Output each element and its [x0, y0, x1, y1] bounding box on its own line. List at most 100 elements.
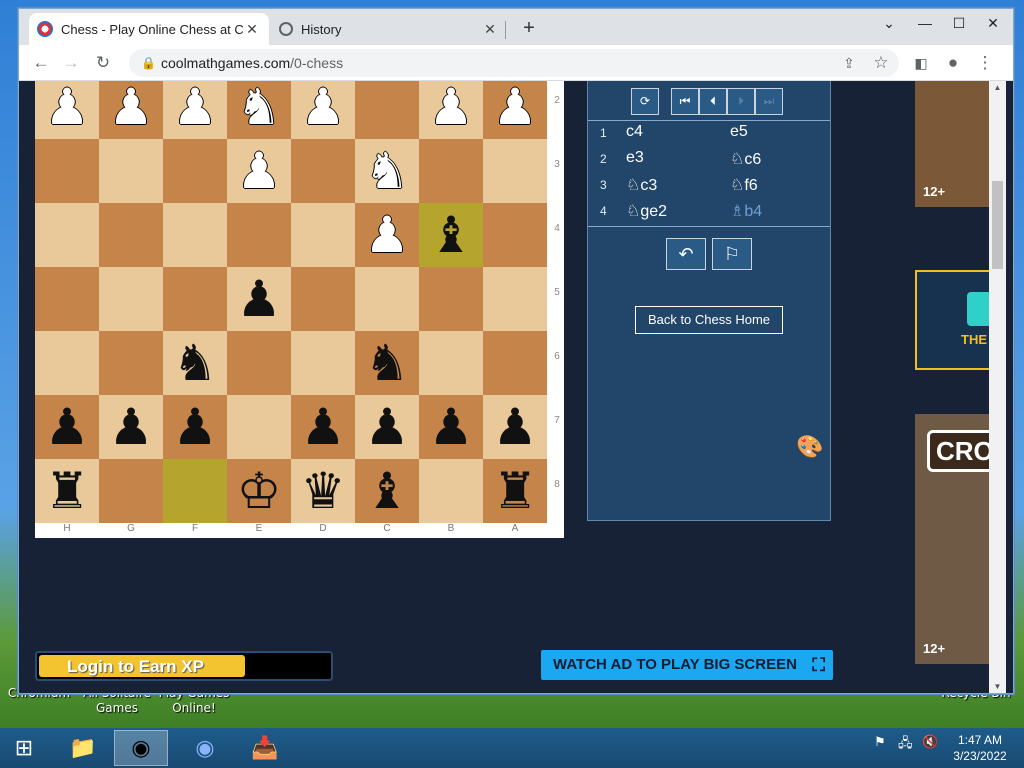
share-icon[interactable]: ⇪ [837, 51, 861, 75]
back-to-chess-home-button[interactable]: Back to Chess Home [635, 306, 783, 334]
black-piece-icon[interactable]: ♟ [109, 402, 154, 452]
board-square[interactable] [99, 267, 163, 331]
white-move[interactable]: ♘c3 [626, 175, 657, 195]
white-move[interactable]: ♘ge2 [626, 201, 667, 221]
close-window-button[interactable]: ✕ [973, 11, 1013, 35]
board-square[interactable]: ♟ [227, 267, 291, 331]
board-square[interactable]: ♟ [291, 395, 355, 459]
tab-chess[interactable]: Chess - Play Online Chess at Coo ✕ [29, 13, 269, 45]
board-square[interactable] [483, 139, 547, 203]
board-square[interactable] [163, 139, 227, 203]
black-piece-icon[interactable]: ♟ [237, 274, 282, 324]
reload-icon[interactable]: ↻ [91, 51, 115, 75]
white-piece-icon[interactable]: ♞ [365, 146, 410, 196]
black-move[interactable]: e5 [730, 123, 748, 141]
black-piece-icon[interactable]: ♛ [301, 466, 346, 516]
board-square[interactable] [163, 459, 227, 523]
board-square[interactable]: ♞ [163, 331, 227, 395]
tab-history[interactable]: History ✕ [271, 13, 507, 45]
white-piece-icon[interactable]: ♟ [365, 210, 410, 260]
prev-move-icon[interactable]: ⏴ [699, 88, 727, 115]
board-square[interactable]: ♟ [35, 81, 99, 139]
board-square[interactable] [483, 203, 547, 267]
board-square[interactable] [419, 139, 483, 203]
ad-banner-top[interactable]: 12+ [915, 81, 995, 207]
board-square[interactable] [355, 81, 419, 139]
chrome-taskbar-icon[interactable]: ◉ [114, 730, 168, 766]
volume-muted-icon[interactable]: 🔇 [922, 734, 938, 750]
black-piece-icon[interactable]: ♟ [301, 402, 346, 452]
black-piece-icon[interactable]: ♞ [365, 338, 410, 388]
download-app-icon[interactable]: 📥 [238, 730, 292, 766]
system-clock[interactable]: 1:47 AM 3/23/2022 [940, 732, 1020, 764]
black-piece-icon[interactable]: ♔ [237, 466, 282, 516]
board-square[interactable]: ♟ [419, 81, 483, 139]
white-piece-icon[interactable]: ♟ [109, 82, 154, 132]
board-square[interactable] [419, 331, 483, 395]
board-square[interactable]: ♟ [163, 395, 227, 459]
board-square[interactable]: ♞ [355, 139, 419, 203]
profile-avatar-icon[interactable]: ● [941, 51, 965, 75]
board-square[interactable]: ♟ [35, 395, 99, 459]
resign-flag-icon[interactable]: ⚐ [712, 238, 752, 270]
board-square[interactable] [419, 267, 483, 331]
watch-ad-big-screen-button[interactable]: WATCH AD TO PLAY BIG SCREEN ⛶ [541, 650, 833, 680]
ad-banner-bottom[interactable]: CRO 12+ [915, 414, 995, 664]
board-square[interactable]: ♜ [35, 459, 99, 523]
board-square[interactable]: ♟ [227, 139, 291, 203]
black-piece-icon[interactable]: ♟ [45, 402, 90, 452]
black-piece-icon[interactable]: ♟ [429, 402, 474, 452]
close-tab-icon[interactable]: ✕ [481, 21, 499, 38]
board-square[interactable]: ♟ [355, 395, 419, 459]
side-panel-icon[interactable]: ◧ [909, 51, 933, 75]
scroll-up-icon[interactable]: ▲ [989, 83, 1006, 92]
chromium-taskbar-icon[interactable]: ◉ [178, 730, 232, 766]
board-square[interactable]: ♛ [291, 459, 355, 523]
close-tab-icon[interactable]: ✕ [243, 21, 261, 38]
board-square[interactable]: ♟ [291, 81, 355, 139]
board-square[interactable] [291, 267, 355, 331]
black-piece-icon[interactable]: ♜ [45, 466, 90, 516]
white-move[interactable]: c4 [626, 123, 643, 141]
black-move[interactable]: ♗b4 [730, 201, 762, 221]
black-piece-icon[interactable]: ♟ [493, 402, 538, 452]
board-square[interactable] [99, 203, 163, 267]
notification-flag-icon[interactable]: ⚑ [874, 734, 886, 750]
last-move-icon[interactable]: ⏭ [755, 88, 783, 115]
undo-icon[interactable]: ↶ [666, 238, 706, 270]
network-icon[interactable]: 🖧 [898, 734, 913, 756]
board-square[interactable] [419, 459, 483, 523]
white-piece-icon[interactable]: ♟ [173, 82, 218, 132]
palette-icon[interactable]: 🎨 [796, 434, 823, 460]
board-square[interactable]: ♟ [419, 395, 483, 459]
board-square[interactable]: ♟ [99, 81, 163, 139]
board-square[interactable]: ♝ [419, 203, 483, 267]
black-move[interactable]: ♘f6 [730, 175, 758, 195]
menu-kebab-icon[interactable]: ⋮ [973, 51, 997, 75]
black-piece-icon[interactable]: ♝ [365, 466, 410, 516]
white-piece-icon[interactable]: ♟ [493, 82, 538, 132]
board-square[interactable] [227, 203, 291, 267]
forward-arrow-icon[interactable]: → [59, 51, 83, 75]
board-square[interactable] [35, 331, 99, 395]
first-move-icon[interactable]: ⏮ [671, 88, 699, 115]
bookmark-star-icon[interactable]: ☆ [869, 51, 893, 75]
board-square[interactable] [99, 139, 163, 203]
board-square[interactable] [35, 139, 99, 203]
next-move-icon[interactable]: ⏵ [727, 88, 755, 115]
board-square[interactable] [483, 331, 547, 395]
board-square[interactable]: ♞ [355, 331, 419, 395]
black-piece-icon[interactable]: ♟ [173, 402, 218, 452]
new-tab-icon[interactable]: + [517, 17, 541, 40]
board-square[interactable] [35, 203, 99, 267]
board-square[interactable]: ♔ [227, 459, 291, 523]
flip-board-icon[interactable]: ⟳ [631, 88, 659, 115]
board-square[interactable]: ♞ [227, 81, 291, 139]
white-move[interactable]: e3 [626, 149, 644, 167]
black-piece-icon[interactable]: ♞ [173, 338, 218, 388]
board-square[interactable] [291, 139, 355, 203]
white-piece-icon[interactable]: ♟ [301, 82, 346, 132]
board-square[interactable]: ♟ [483, 81, 547, 139]
xp-progress-bar[interactable]: Login to Earn XP [35, 651, 333, 681]
board-square[interactable]: ♟ [99, 395, 163, 459]
